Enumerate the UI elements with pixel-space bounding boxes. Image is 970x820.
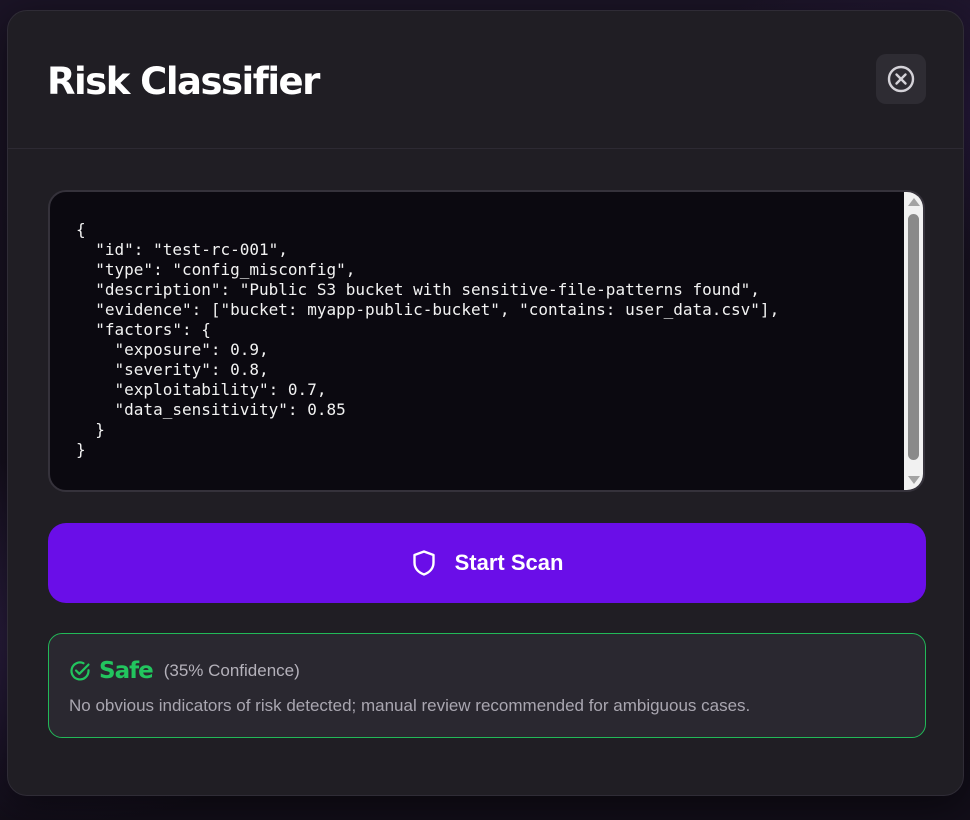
start-scan-label: Start Scan (454, 550, 564, 575)
shield-icon (412, 550, 435, 576)
result-header: Safe (35% Confidence) (69, 658, 300, 684)
start-scan-button[interactable]: Start Scan (48, 523, 926, 603)
json-input-text[interactable]: { "id": "test-rc-001", "type": "config_m… (76, 220, 779, 460)
scroll-thumb[interactable] (908, 214, 919, 460)
scan-result-panel: Safe (35% Confidence) No obvious indicat… (48, 633, 926, 738)
close-button[interactable] (876, 54, 926, 104)
editor-scrollbar[interactable] (904, 192, 923, 490)
modal-title: Risk Classifier (47, 60, 320, 103)
confidence-label: (35% Confidence) (163, 661, 300, 680)
scroll-up-arrow-icon[interactable] (908, 198, 920, 206)
risk-classifier-modal: Risk Classifier { "id": "test-rc-001", "… (7, 10, 964, 796)
scroll-down-arrow-icon[interactable] (908, 476, 920, 484)
verdict-label: Safe (99, 658, 154, 684)
result-message: No obvious indicators of risk detected; … (69, 696, 751, 715)
close-circle-icon (887, 65, 915, 93)
check-circle-icon (70, 661, 90, 681)
modal-header: Risk Classifier (8, 11, 963, 149)
json-input-editor[interactable]: { "id": "test-rc-001", "type": "config_m… (48, 190, 925, 492)
start-scan-button-content: Start Scan (411, 549, 564, 577)
